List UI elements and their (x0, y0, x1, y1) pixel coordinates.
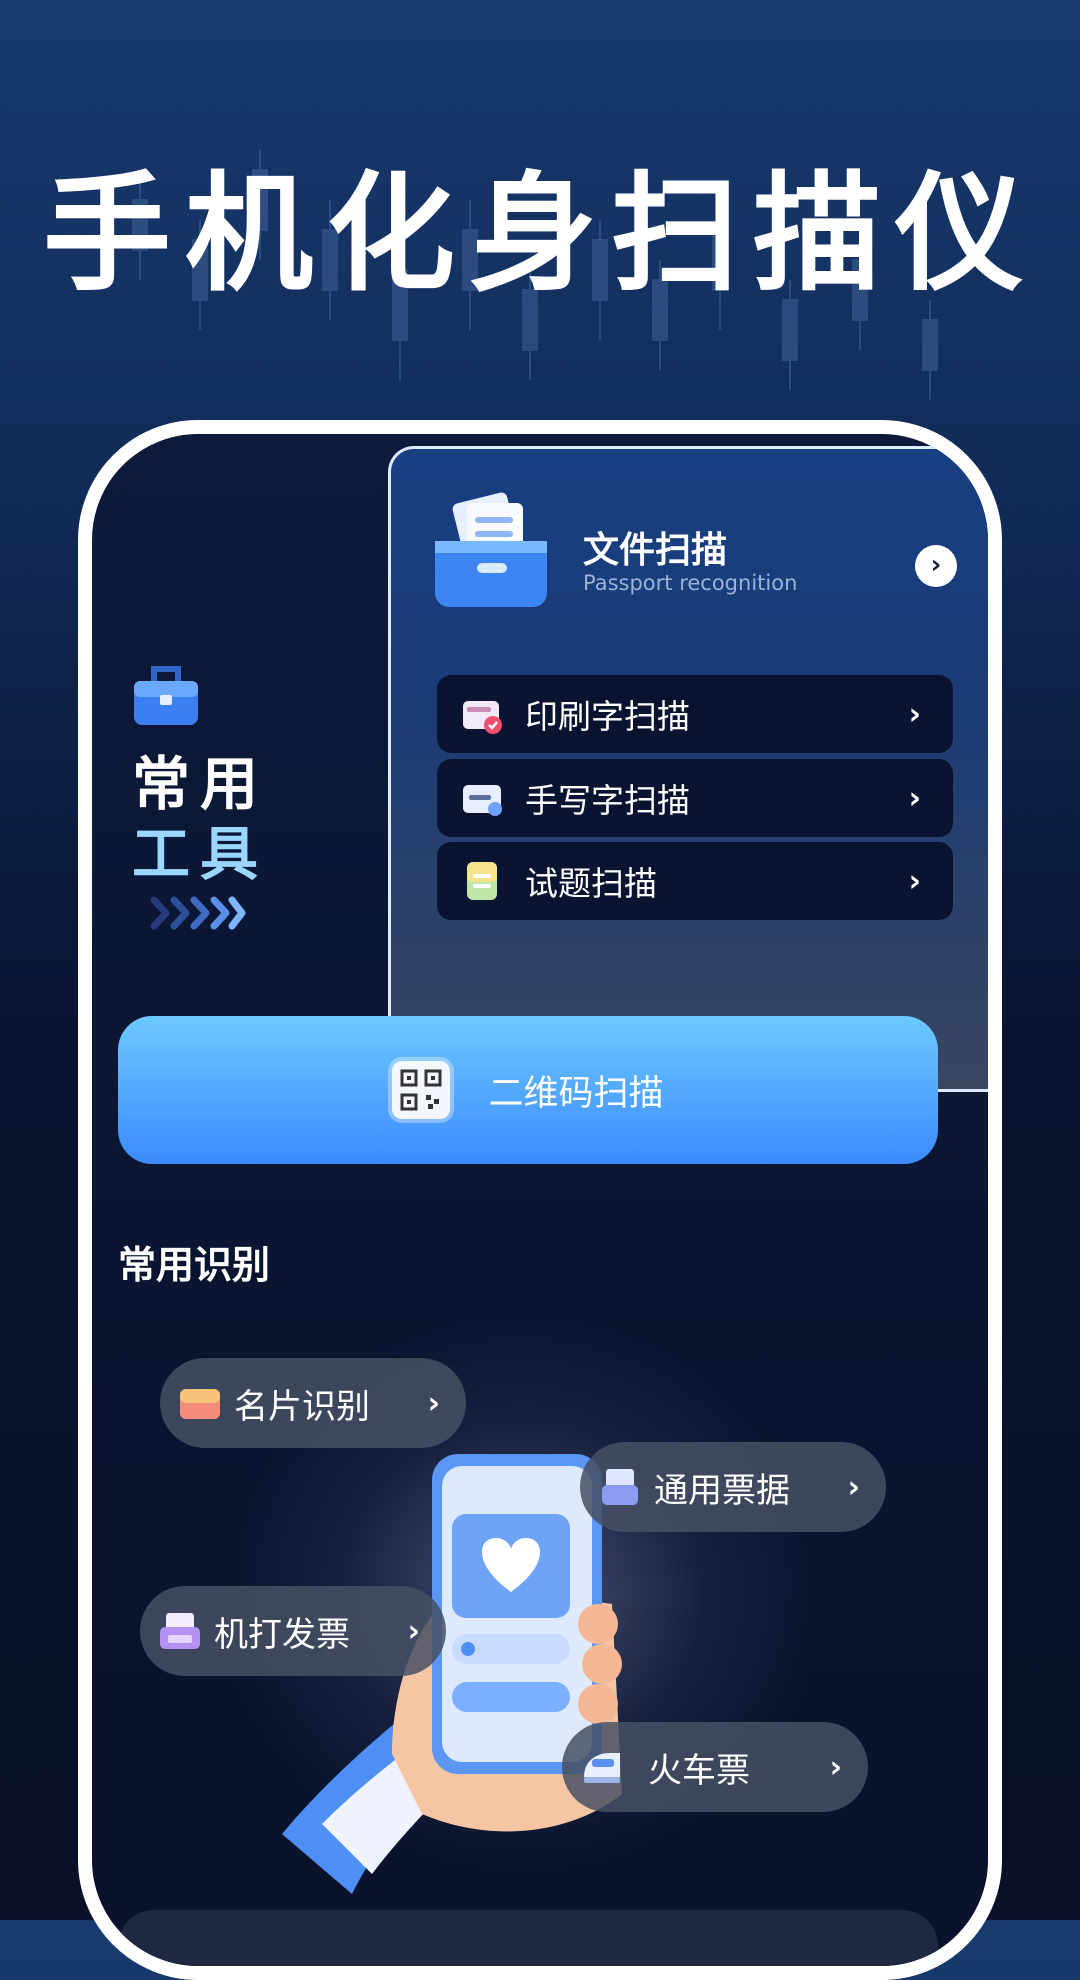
chevron-right-icon: › (427, 1385, 440, 1421)
handwriting-scan-label: 手写字扫描 (525, 781, 690, 820)
toolbox-icon (134, 666, 198, 725)
qr-code-scan-button[interactable]: 二维码扫描 (118, 1016, 938, 1164)
chevron-right-icon: › (908, 863, 921, 899)
business-card-icon (180, 1389, 220, 1419)
receipt-icon (602, 1469, 638, 1505)
exam-paper-scan-button[interactable]: 试题扫描 › (437, 842, 953, 920)
business-card-label: 名片识别 (234, 1386, 370, 1427)
train-ticket-label: 火车票 (648, 1750, 750, 1791)
chevron-right-icon: › (407, 1613, 420, 1649)
handwriting-icon (463, 785, 502, 816)
invoice-printer-icon (160, 1613, 200, 1649)
general-receipt-recognition-button[interactable]: 通用票据 › (580, 1442, 886, 1532)
chevron-right-icon: › (829, 1749, 842, 1785)
print-text-scan-button[interactable]: 印刷字扫描 › (437, 675, 953, 753)
handwriting-scan-button[interactable]: 手写字扫描 › (437, 759, 953, 837)
qr-code-icon (392, 1061, 451, 1119)
recognition-section-title: 常用识别 (118, 1243, 271, 1287)
machine-invoice-recognition-button[interactable]: 机打发票 › (140, 1586, 446, 1676)
exam-paper-icon (467, 862, 497, 900)
general-receipt-label: 通用票据 (654, 1470, 790, 1511)
print-text-icon (463, 701, 502, 734)
chevron-right-icon: › (908, 780, 921, 816)
machine-invoice-label: 机打发票 (214, 1614, 350, 1655)
tools-title-line1: 常用 (132, 750, 269, 818)
train-ticket-recognition-button[interactable]: 火车票 › (562, 1722, 868, 1812)
page-headline: 手机化身扫描仪 (42, 160, 1037, 309)
tools-title-line2: 工具 (132, 820, 269, 888)
chevron-right-icon: › (847, 1469, 860, 1505)
train-icon (584, 1753, 620, 1783)
business-card-recognition-button[interactable]: 名片识别 › (160, 1358, 466, 1448)
bottom-card-partial (118, 1910, 938, 1966)
document-folder-icon (435, 492, 547, 607)
qr-code-scan-label: 二维码扫描 (488, 1073, 664, 1114)
tools-title: 常用 工具 (132, 749, 268, 889)
print-text-scan-label: 印刷字扫描 (525, 697, 690, 736)
chevron-right-icon: › (908, 696, 921, 732)
document-scan-card: 文件扫描 Passport recognition › 印刷字扫描 › 手写字扫… (388, 446, 988, 1092)
double-arrows-icon (150, 896, 246, 930)
exam-paper-scan-label: 试题扫描 (525, 864, 657, 903)
document-scan-subtitle: Passport recognition (583, 571, 798, 595)
document-scan-title: 文件扫描 (583, 530, 728, 571)
phone-frame: 常用 工具 文件扫描 Passport recognition › 印刷字扫描 … (78, 420, 1002, 1980)
chevron-right-icon[interactable]: › (915, 545, 957, 587)
